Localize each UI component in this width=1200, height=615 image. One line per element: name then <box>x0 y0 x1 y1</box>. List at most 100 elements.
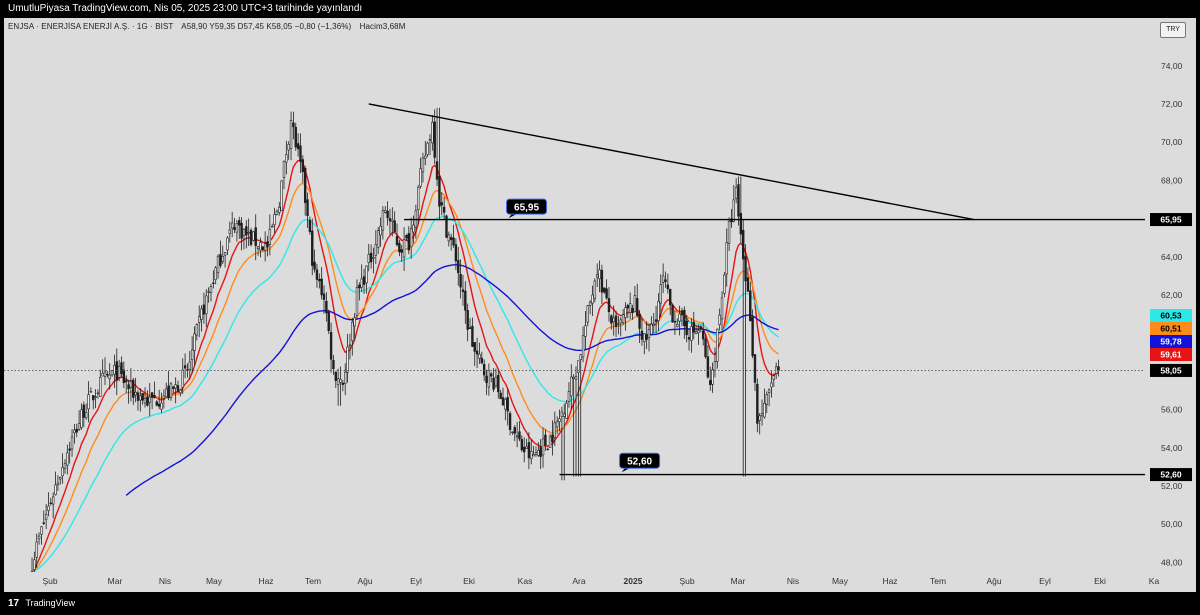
candle-body <box>723 274 726 294</box>
candle-body <box>393 220 396 233</box>
price-tick-label: 72,00 <box>1161 99 1183 109</box>
candle-body <box>198 316 201 323</box>
candle-body <box>268 228 272 245</box>
time-tick-label: Tem <box>930 576 946 586</box>
candle-body <box>727 220 731 244</box>
time-tick-label: Mar <box>108 576 123 586</box>
candle-body <box>617 323 620 325</box>
candle-body <box>718 314 721 325</box>
candle-body <box>574 376 578 380</box>
time-tick-label: May <box>206 576 223 586</box>
candle-body <box>600 269 604 293</box>
candle-body <box>607 298 611 312</box>
candle-body <box>313 261 316 270</box>
candle-body <box>579 354 582 361</box>
candle-body <box>619 319 622 324</box>
candle-body <box>525 446 528 449</box>
candle-body <box>157 403 161 407</box>
candle-body <box>249 229 253 245</box>
candle-body <box>567 391 571 402</box>
candle-body <box>636 298 639 316</box>
candle-body <box>454 244 458 262</box>
candle-body <box>570 376 573 397</box>
descending-trendline[interactable] <box>368 103 975 221</box>
candle-body <box>320 278 323 296</box>
candle-body <box>176 385 180 393</box>
candle-body <box>278 206 281 213</box>
candle-body <box>459 273 462 288</box>
candle-body <box>555 421 559 428</box>
candle-body <box>369 252 373 263</box>
candle-body <box>266 241 269 248</box>
candle-body <box>744 256 747 282</box>
candle-body <box>687 337 691 340</box>
candle-body <box>704 338 707 358</box>
time-axis[interactable] <box>4 572 1196 592</box>
candle-body <box>101 373 104 377</box>
candle-body <box>452 237 455 246</box>
ma-price-badge-2-label: 60,51 <box>1160 324 1182 334</box>
price-chart[interactable]: 65,9552,6048,0050,0052,0054,0056,0058,00… <box>4 18 1196 592</box>
candle-body <box>301 159 305 173</box>
candle-body <box>527 442 531 459</box>
candle-body <box>485 375 488 384</box>
time-tick-label: Ağu <box>357 576 372 586</box>
candle-body <box>134 392 137 396</box>
candle-body <box>767 389 771 393</box>
publish-header: UmutluPiyasa TradingView.com, Nis 05, 20… <box>0 0 1200 18</box>
currency-badge[interactable]: TRY <box>1160 22 1186 38</box>
legend-ohlc: A58,90 Y59,35 D57,45 K58,05 −0,80 (−1,36… <box>181 22 352 31</box>
candle-body <box>181 369 184 388</box>
time-tick-label: May <box>832 576 849 586</box>
candle-body <box>473 342 476 352</box>
candle-body <box>522 446 526 453</box>
ma-price-badge-3-label: 60,53 <box>1160 311 1182 321</box>
candle-body <box>765 394 768 405</box>
candle-body <box>188 361 191 370</box>
candle-body <box>419 168 422 187</box>
candle-body <box>139 395 142 401</box>
candle-body <box>155 401 159 406</box>
candle-body <box>33 559 36 570</box>
candle-body <box>442 206 446 213</box>
candle-body <box>647 329 651 339</box>
candle-body <box>603 287 606 293</box>
candle-body <box>501 397 505 406</box>
footer-brand: TradingView <box>25 598 75 608</box>
candle-body <box>42 522 45 524</box>
candle-body <box>325 300 328 314</box>
candle-body <box>405 235 408 239</box>
candle-body <box>89 391 93 393</box>
candle-body <box>99 377 102 397</box>
candle-body <box>449 237 453 240</box>
moving-average-line-4 <box>125 264 779 496</box>
candle-body <box>51 496 55 505</box>
candle-body <box>692 321 695 333</box>
candle-body <box>676 323 679 327</box>
chart-panel[interactable]: 65,9552,6048,0050,0052,0054,0056,0058,00… <box>4 18 1196 592</box>
candle-body <box>732 199 735 222</box>
callout-label-1: 65,95 <box>514 202 539 213</box>
candle-body <box>515 435 519 438</box>
candle-body <box>513 427 516 434</box>
candle-body <box>334 371 337 381</box>
candle-body <box>614 315 618 328</box>
candle-body <box>395 235 399 246</box>
candle-body <box>87 394 90 410</box>
candle-body <box>303 167 307 204</box>
candle-body <box>54 484 57 496</box>
candle-body <box>711 369 714 385</box>
candle-body <box>146 396 149 406</box>
candle-body <box>402 239 406 258</box>
candle-body <box>758 415 761 421</box>
candle-body <box>431 122 434 144</box>
level-price-badge-2-label: 52,60 <box>1160 470 1182 480</box>
candle-body <box>468 327 472 329</box>
candle-body <box>125 380 128 383</box>
candle-body <box>221 256 224 262</box>
candle-body <box>572 376 575 379</box>
candle-body <box>461 289 465 293</box>
candle-body <box>190 349 194 361</box>
candle-body <box>490 373 493 377</box>
candle-body <box>332 360 335 370</box>
